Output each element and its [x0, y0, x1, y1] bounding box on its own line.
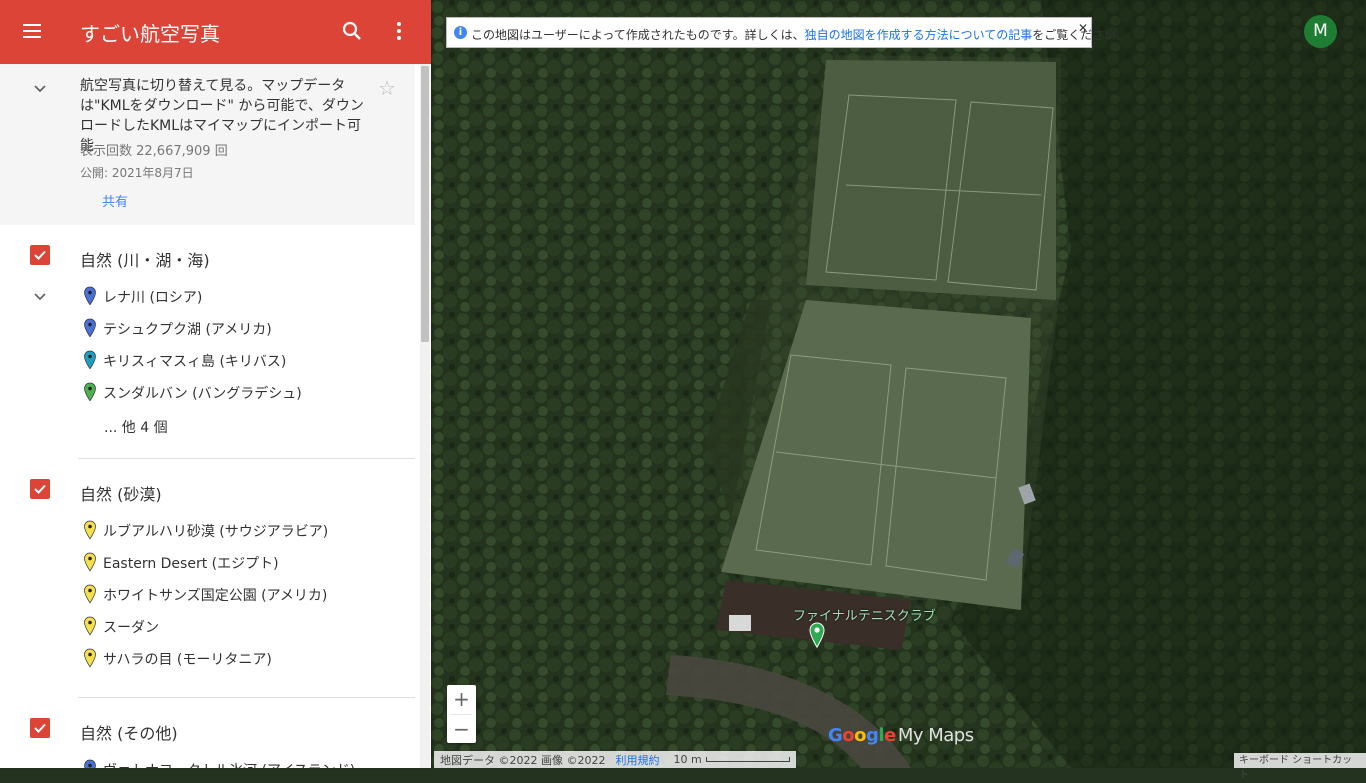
item-label: テシュクプク湖 (アメリカ) — [103, 322, 272, 338]
map-description: 航空写真に切り替えて見る。マップデータは"KMLをダウンロード" から可能で、ダ… — [0, 64, 415, 225]
menu-icon[interactable] — [20, 20, 44, 44]
publish-date: 公開: 2021年8月7日 — [80, 166, 194, 180]
zoom-out-button[interactable]: − — [447, 715, 476, 744]
more-vert-icon[interactable] — [387, 19, 411, 43]
zoom-in-button[interactable]: + — [447, 685, 476, 714]
sidebar: すごい航空写真 航空写真に切り替えて見る。マップデータは"KMLをダウンロード"… — [0, 0, 431, 768]
list-item[interactable]: テシュクプク湖 (アメリカ) — [80, 316, 400, 340]
banner-text: この地図はユーザーによって作成されたものです。詳しくは、 — [471, 28, 805, 42]
scrollbar-thumb[interactable] — [421, 66, 429, 342]
list-item[interactable]: キリスィマスィ島 (キリバス) — [80, 348, 400, 372]
map-pin-icon — [84, 382, 96, 402]
map-pin-icon — [84, 520, 96, 540]
more-items-link[interactable]: ... 他 4 個 — [104, 417, 168, 437]
app-bar: すごい航空写真 — [0, 0, 431, 64]
scale-bar[interactable]: 10 m — [673, 753, 790, 766]
layer-checkbox[interactable] — [30, 245, 50, 265]
scale-label: 10 m — [673, 753, 702, 766]
divider — [78, 458, 415, 459]
close-icon[interactable]: ✕ — [1078, 21, 1088, 35]
item-label: ホワイトサンズ国定公園 (アメリカ) — [103, 588, 328, 604]
place-label[interactable]: ファイナルテニスクラブ — [793, 605, 936, 624]
map-pin-icon — [84, 584, 96, 604]
map-title: すごい航空写真 — [80, 22, 220, 46]
list-item[interactable]: ホワイトサンズ国定公園 (アメリカ) — [80, 582, 400, 606]
search-icon[interactable] — [340, 19, 364, 43]
item-label: サハラの目 (モーリタニア) — [103, 652, 272, 668]
info-icon: i — [454, 26, 467, 39]
banner-link[interactable]: 独自の地図を作成する方法についての記事 — [805, 28, 1033, 42]
map-pin-icon — [84, 286, 96, 306]
view-count: 表示回数 22,667,909 回 — [80, 144, 228, 159]
list-item[interactable]: スーダン — [80, 614, 400, 638]
item-label: ルブアルハリ砂漠 (サウジアラビア) — [103, 524, 329, 540]
item-label: ヴァトナヨークトル氷河 (アイスランド) — [103, 760, 355, 768]
map-pin-icon — [84, 759, 96, 768]
google-my-maps-logo: Google My Maps — [828, 725, 974, 746]
list-item[interactable]: サハラの目 (モーリタニア) — [80, 646, 400, 670]
info-banner: i この地図はユーザーによって作成されたものです。詳しくは、独自の地図を作成する… — [446, 17, 1128, 48]
logo-suffix: My Maps — [897, 725, 974, 746]
collapse-chevron-icon[interactable] — [30, 78, 50, 98]
layer-name[interactable]: 自然 (その他) — [80, 720, 178, 744]
satellite-imagery — [431, 0, 1366, 768]
layer-collapse-chevron-icon[interactable] — [30, 286, 50, 306]
keyboard-shortcuts-button[interactable]: キーボード ショートカット — [1234, 753, 1366, 781]
map-pin-icon — [84, 350, 96, 370]
layer-name[interactable]: 自然 (砂漠) — [80, 481, 162, 505]
list-item[interactable]: スンダルバン (バングラデシュ) — [80, 380, 400, 404]
avatar[interactable]: M — [1304, 15, 1337, 48]
map-pin-icon — [84, 552, 96, 572]
map-pin-icon — [84, 648, 96, 668]
item-label: スーダン — [103, 620, 159, 636]
map-pin-icon — [84, 318, 96, 338]
item-label: スンダルバン (バングラデシュ) — [103, 386, 302, 402]
sidebar-scrollbar[interactable] — [420, 64, 430, 768]
list-item[interactable]: ルブアルハリ砂漠 (サウジアラビア) — [80, 518, 400, 542]
star-icon[interactable]: ☆ — [378, 76, 396, 100]
item-label: キリスィマスィ島 (キリバス) — [103, 354, 287, 370]
place-marker-icon[interactable] — [809, 622, 825, 654]
list-item[interactable]: Eastern Desert (エジプト) — [80, 550, 400, 574]
terms-link[interactable]: 利用規約 — [615, 752, 659, 768]
map-footer: 地図データ ©2022 画像 ©2022 利用規約 10 m — [434, 751, 796, 768]
item-label: Eastern Desert (エジプト) — [103, 556, 279, 572]
layer-name[interactable]: 自然 (川・湖・海) — [80, 247, 210, 271]
copyright-text: 地図データ ©2022 画像 ©2022 — [440, 753, 606, 767]
list-item[interactable]: レナ川 (ロシア) — [80, 284, 400, 308]
layer-checkbox[interactable] — [30, 718, 50, 738]
divider — [78, 697, 415, 698]
banner-message: この地図はユーザーによって作成されたものです。詳しくは、独自の地図を作成する方法… — [471, 26, 1128, 43]
share-link[interactable]: 共有 — [102, 191, 128, 210]
zoom-control: + − — [447, 685, 476, 743]
map-canvas[interactable] — [431, 0, 1366, 768]
list-item[interactable]: ヴァトナヨークトル氷河 (アイスランド) — [80, 757, 400, 768]
item-label: レナ川 (ロシア) — [103, 290, 203, 306]
map-pin-icon — [84, 616, 96, 636]
layer-checkbox[interactable] — [30, 479, 50, 499]
